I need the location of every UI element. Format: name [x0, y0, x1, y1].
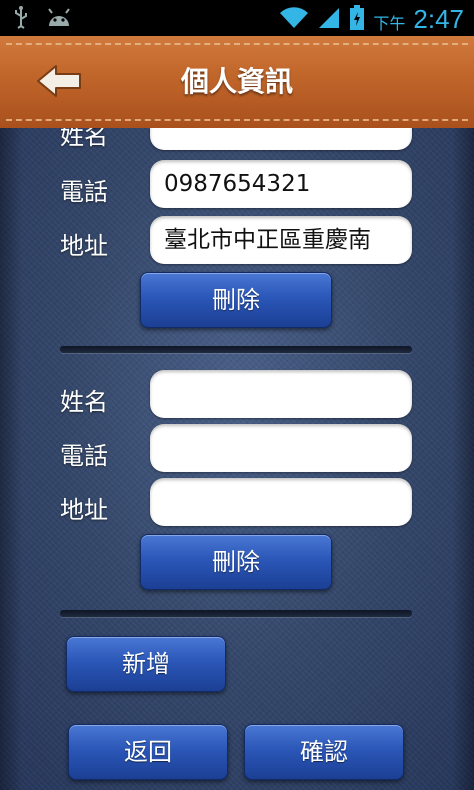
status-bar: 下午 2:47: [0, 0, 474, 36]
name-field[interactable]: [150, 370, 412, 418]
battery-icon: [349, 4, 365, 35]
address-field[interactable]: 臺北市中正區重慶南: [150, 216, 412, 264]
confirm-button[interactable]: 確認: [244, 724, 404, 780]
back-button[interactable]: [30, 60, 90, 106]
add-button[interactable]: 新增: [66, 636, 226, 692]
phone-label: 電話: [60, 178, 108, 206]
content-edge: [452, 128, 474, 790]
phone-field[interactable]: 0987654321: [150, 160, 412, 208]
name-label: 姓名: [60, 388, 108, 416]
title-bar: 個人資訊: [0, 36, 474, 128]
phone-label: 電話: [60, 442, 108, 470]
back-arrow-icon: [36, 63, 84, 103]
content-edge: [0, 128, 22, 790]
stitch-line: [6, 119, 468, 121]
phone-field[interactable]: [150, 424, 412, 472]
delete-button[interactable]: 刪除: [140, 534, 332, 590]
address-label: 地址: [60, 496, 108, 524]
signal-icon: [317, 6, 341, 34]
entry-divider: [60, 610, 412, 617]
stitch-line: [6, 43, 468, 45]
wifi-icon: [279, 6, 309, 34]
android-icon: [46, 6, 72, 34]
address-field[interactable]: [150, 478, 412, 526]
name-field[interactable]: [150, 128, 412, 150]
delete-button[interactable]: 刪除: [140, 272, 332, 328]
usb-icon: [14, 6, 28, 34]
entry-divider: [60, 346, 412, 353]
name-label: 姓名: [60, 128, 108, 150]
return-button[interactable]: 返回: [68, 724, 228, 780]
content-area: 姓名 電話 0987654321 地址 臺北市中正區重慶南 刪除 姓名 電話 地…: [0, 128, 474, 790]
status-ampm: 下午: [373, 13, 406, 33]
address-label: 地址: [60, 232, 108, 260]
status-time: 2:47: [413, 4, 464, 34]
